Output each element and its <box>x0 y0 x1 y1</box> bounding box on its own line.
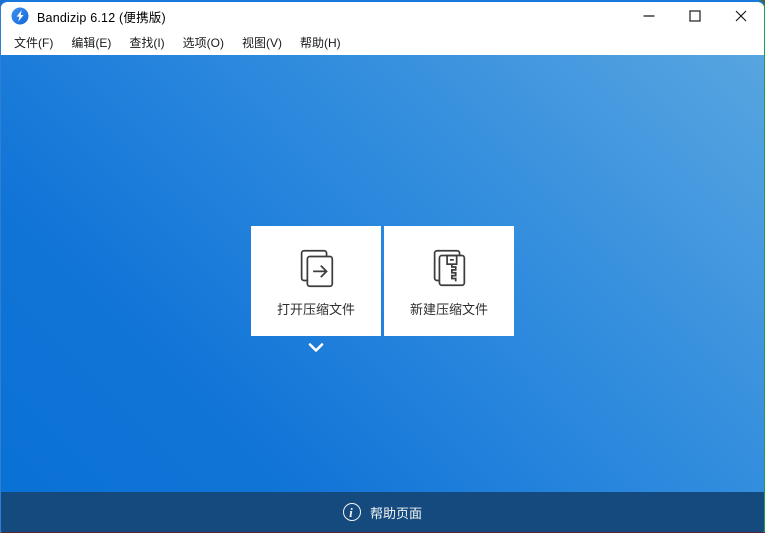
chevron-down-icon <box>308 343 324 352</box>
window-title: Bandizip 6.12 (便携版) <box>37 10 166 25</box>
status-bar: i 帮助页面 <box>1 492 764 532</box>
menu-edit[interactable]: 编辑(E) <box>62 30 120 55</box>
help-page-button[interactable]: i 帮助页面 <box>342 503 422 522</box>
open-archive-button[interactable]: 打开压缩文件 <box>251 226 381 336</box>
title-bar: Bandizip 6.12 (便携版) <box>1 2 764 30</box>
expander-row <box>251 336 514 358</box>
close-icon <box>735 10 747 22</box>
window-controls <box>626 2 764 30</box>
expand-more-button[interactable] <box>302 339 330 357</box>
open-archive-icon <box>300 249 334 287</box>
menu-view[interactable]: 视图(V) <box>233 30 291 55</box>
help-page-label: 帮助页面 <box>369 505 422 521</box>
new-archive-label: 新建压缩文件 <box>409 301 488 317</box>
info-icon: i <box>342 503 361 521</box>
bandizip-window: Bandizip 6.12 (便携版) 文件(F) 编辑(E) 查找(I) 选项… <box>0 0 765 533</box>
close-button[interactable] <box>718 2 764 30</box>
minimize-button[interactable] <box>626 2 672 30</box>
action-tiles: 打开压缩文件 新建压缩文件 <box>251 226 514 336</box>
minimize-icon <box>643 15 655 17</box>
maximize-icon <box>689 10 701 22</box>
main-area: 打开压缩文件 新建压缩文件 <box>1 55 764 492</box>
menu-options[interactable]: 选项(O) <box>174 30 233 55</box>
open-archive-label: 打开压缩文件 <box>276 301 355 317</box>
bandizip-logo-icon <box>11 7 29 25</box>
new-archive-icon <box>433 249 466 286</box>
new-archive-button[interactable]: 新建压缩文件 <box>384 226 514 336</box>
menu-file[interactable]: 文件(F) <box>5 30 62 55</box>
menu-bar: 文件(F) 编辑(E) 查找(I) 选项(O) 视图(V) 帮助(H) <box>1 30 764 55</box>
maximize-button[interactable] <box>672 2 718 30</box>
menu-find[interactable]: 查找(I) <box>120 30 173 55</box>
menu-help[interactable]: 帮助(H) <box>291 30 350 55</box>
